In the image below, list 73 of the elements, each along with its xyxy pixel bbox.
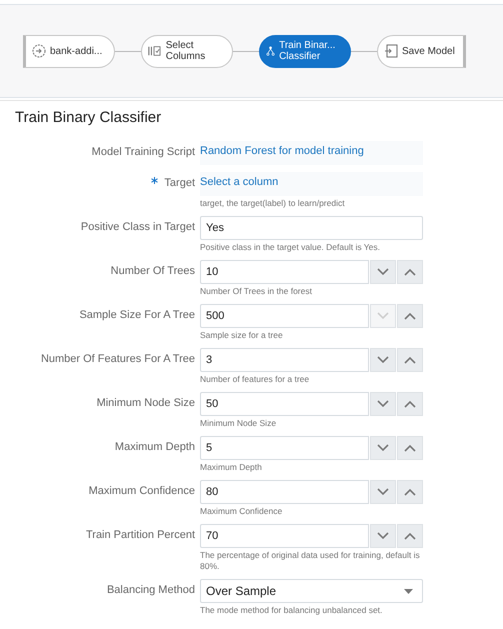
pipeline-node[interactable]: Train Binar... Classifier — [259, 34, 351, 68]
field-label: Target — [164, 177, 195, 189]
dropdown-arrow-icon — [404, 588, 413, 594]
chevron-up-icon — [404, 312, 416, 320]
increment-button[interactable] — [397, 304, 423, 328]
chevron-down-icon — [377, 400, 389, 408]
field-hint: Maximum Depth — [200, 462, 263, 473]
field-label: Sample Size For A Tree — [79, 309, 195, 321]
number-field[interactable]: 70 — [200, 524, 369, 548]
panel-title: Train Binary Classifier — [0, 100, 503, 131]
node-label: Train Binar... Classifier — [279, 40, 336, 62]
increment-button[interactable] — [397, 348, 423, 372]
input-field[interactable]: Yes — [200, 216, 423, 240]
field-label: Maximum Depth — [114, 441, 195, 453]
chevron-up-icon — [404, 488, 416, 496]
decrement-button[interactable] — [370, 436, 396, 460]
chevron-down-icon — [377, 532, 389, 540]
increment-button[interactable] — [397, 524, 423, 548]
chevron-up-icon — [404, 356, 416, 364]
field-hint: Number of features for a tree — [200, 374, 310, 385]
number-field[interactable]: 5 — [200, 436, 369, 460]
field-hint: Sample size for a tree — [200, 330, 284, 341]
increment-button[interactable] — [397, 260, 423, 284]
increment-button[interactable] — [397, 480, 423, 504]
field-hint: target, the target(label) to learn/predict — [200, 198, 346, 209]
number-field[interactable]: 80 — [200, 480, 369, 504]
field-label: Minimum Node Size — [96, 397, 195, 409]
field-hint: Minimum Node Size — [200, 418, 278, 429]
number-field[interactable]: 3 — [200, 348, 369, 372]
field-label: Maximum Confidence — [88, 485, 195, 497]
decrement-button[interactable] — [370, 260, 396, 284]
pipeline-node[interactable]: bank-addi... — [23, 34, 115, 68]
number-field[interactable]: 50 — [200, 392, 369, 416]
connector-line — [115, 50, 141, 52]
field-label: Number Of Features For A Tree — [40, 353, 195, 365]
chevron-up-icon — [404, 532, 416, 540]
link-field[interactable]: Random Forest for model training — [200, 141, 423, 165]
node-label: bank-addi... — [50, 46, 102, 56]
node-label: Select Columns — [166, 40, 206, 62]
field-hint: Maximum Confidence — [200, 506, 284, 517]
field-label: Positive Class in Target — [80, 221, 195, 233]
link-field[interactable]: Select a column — [200, 172, 423, 196]
decrement-button[interactable] — [370, 348, 396, 372]
field-label: Number Of Trees — [110, 265, 195, 277]
number-field[interactable]: 10 — [200, 260, 369, 284]
chevron-down-icon — [377, 356, 389, 364]
pipeline-node[interactable]: Select Columns — [141, 34, 233, 68]
connector-line — [233, 50, 259, 52]
field-label: Balancing Method — [106, 584, 195, 596]
number-field[interactable]: 500 — [200, 304, 369, 328]
node-label: Save Model — [402, 46, 455, 56]
chevron-down-icon — [377, 312, 389, 320]
chevron-up-icon — [404, 268, 416, 276]
decrement-button[interactable] — [370, 480, 396, 504]
field-label: Model Training Script — [92, 146, 195, 158]
field-hint: The mode method for balancing unbalanced set. — [200, 605, 384, 616]
decrement-button[interactable] — [370, 392, 396, 416]
field-hint: Positive class in the target value. Default is Yes. — [200, 242, 382, 253]
chevron-down-icon — [377, 268, 389, 276]
columns-icon — [148, 44, 162, 58]
field-hint: Number Of Trees in the forest — [200, 286, 313, 297]
chevron-down-icon — [377, 444, 389, 452]
field-label: Train Partition Percent — [86, 529, 195, 541]
chevron-up-icon — [404, 400, 416, 408]
field-hint: The percentage of original data used for training, default is 80%. — [200, 550, 421, 572]
increment-button[interactable] — [397, 392, 423, 416]
decrement-button[interactable] — [370, 524, 396, 548]
pipeline-node[interactable]: Save Model — [377, 34, 466, 68]
chevron-up-icon — [404, 444, 416, 452]
chevron-down-icon — [377, 488, 389, 496]
dropdown-field[interactable]: Over Sample — [200, 579, 423, 603]
increment-button[interactable] — [397, 436, 423, 460]
connector-line — [351, 50, 377, 52]
